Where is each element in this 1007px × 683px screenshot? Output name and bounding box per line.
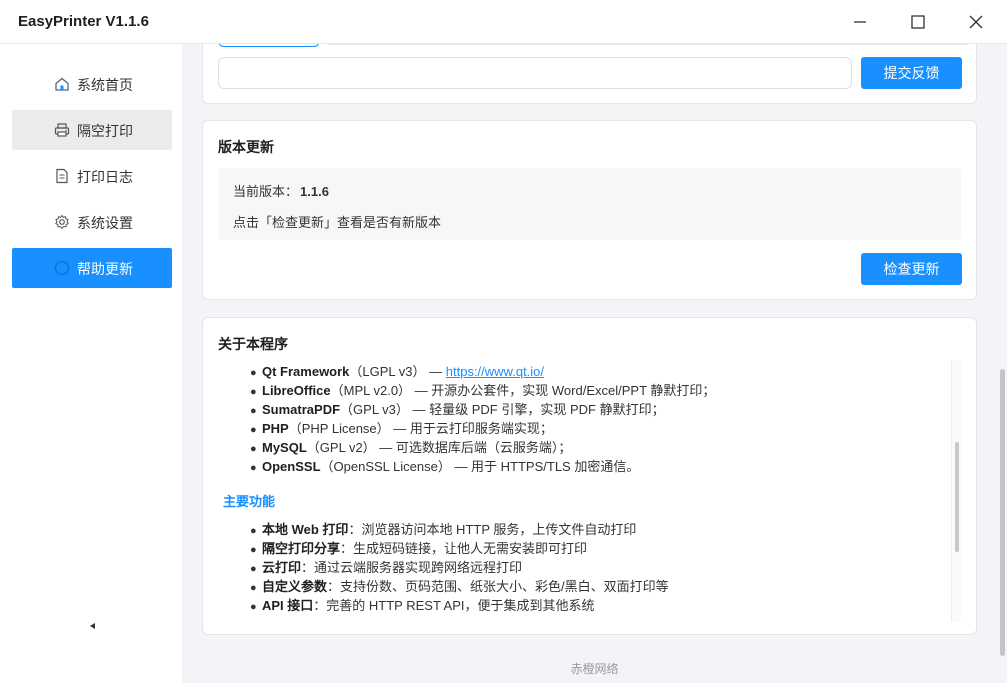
features-heading: 主要功能 <box>223 494 276 509</box>
library-desc: — 用于 HTTPS/TLS 加密通信。 <box>450 459 640 474</box>
maximize-icon <box>911 15 925 29</box>
list-item: ● PHP（PHP License） — 用于云打印服务端实现； <box>250 419 715 438</box>
feedback-tab-divider <box>328 44 968 45</box>
feature-desc: ：支持份数、页码范围、纸张大小、彩色/黑白、双面打印等 <box>327 579 669 594</box>
library-desc: — 用于云打印服务端实现； <box>389 421 553 436</box>
current-version-label: 当前版本： <box>233 184 299 199</box>
close-button[interactable] <box>948 0 1004 44</box>
library-license: （GPL v2） <box>306 440 376 455</box>
sidebar-item-label: 帮助更新 <box>77 261 133 277</box>
feature-name: 自定义参数 <box>262 579 328 594</box>
check-update-button[interactable]: 检查更新 <box>861 253 962 285</box>
feature-list: ● 本地 Web 打印：浏览器访问本地 HTTP 服务，上传文件自动打印 ● 隔空打… <box>250 520 669 615</box>
feature-desc: ：生成短码链接，让他人无需安装即可打印 <box>340 541 588 556</box>
sidebar-item-label: 系统首页 <box>77 77 133 93</box>
feature-desc: ：完善的 HTTP REST API，便于集成到其他系统 <box>313 598 595 613</box>
library-name: OpenSSL <box>262 459 321 474</box>
home-icon <box>55 77 69 91</box>
current-version: 当前版本： 1.1.6 <box>233 181 329 200</box>
feedback-type-tab[interactable] <box>218 44 320 47</box>
library-list: ● Qt Framework（LGPL v3） — https://www.qt.… <box>250 362 715 476</box>
about-card-title: 关于本程序 <box>218 336 288 352</box>
sidebar-item-airprint[interactable]: 隔空打印 <box>12 110 172 150</box>
list-item: ● MySQL（GPL v2） — 可选数据库后端（云服务端）； <box>250 438 715 457</box>
library-desc: — <box>425 364 446 379</box>
feature-name: 隔空打印分享 <box>262 541 341 556</box>
gear-icon <box>55 214 69 230</box>
feature-desc: ：浏览器访问本地 HTTP 服务，上传文件自动打印 <box>348 522 637 537</box>
feedback-input[interactable] <box>218 57 852 89</box>
document-icon <box>56 168 68 184</box>
list-item: ● Qt Framework（LGPL v3） — https://www.qt.… <box>250 362 715 381</box>
version-info-box: 当前版本： 1.1.6 点击「检查更新」查看是否有新版本 <box>218 168 961 240</box>
page-scrollbar[interactable] <box>997 44 1007 656</box>
sidebar-item-home[interactable]: 系统首页 <box>12 64 172 104</box>
footer: 赤橙网络 <box>570 662 619 676</box>
version-card-title: 版本更新 <box>218 139 274 155</box>
page-scrollbar-thumb[interactable] <box>1000 369 1005 656</box>
app-title: EasyPrinter V1.1.6 <box>18 13 149 30</box>
feedback-card: 提交反馈 <box>202 44 977 104</box>
list-item: ● 云打印：通过云端服务器实现跨网络远程打印 <box>250 558 669 577</box>
bullet: ● <box>250 601 257 613</box>
library-name: Qt Framework <box>262 364 350 379</box>
submit-feedback-button[interactable]: 提交反馈 <box>861 57 962 89</box>
minimize-button[interactable] <box>832 0 888 44</box>
bullet: ● <box>250 462 257 474</box>
about-scrollbar-thumb[interactable] <box>955 442 959 552</box>
library-name: SumatraPDF <box>262 402 341 417</box>
feature-name: API 接口 <box>262 598 314 613</box>
library-desc: — 轻量级 PDF 引擎，实现 PDF 静默打印； <box>408 402 665 417</box>
library-license: （OpenSSL License） <box>320 459 451 474</box>
qt-link[interactable]: https://www.qt.io/ <box>446 364 544 379</box>
list-item: ● LibreOffice（MPL v2.0） — 开源办公套件，实现 Word/… <box>250 381 715 400</box>
sidebar-item-print-log[interactable]: 打印日志 <box>12 156 172 196</box>
list-item: ● 隔空打印分享：生成短码链接，让他人无需安装即可打印 <box>250 539 669 558</box>
current-version-value: 1.1.6 <box>300 184 329 199</box>
library-desc: — 开源办公套件，实现 Word/Excel/PPT 静默打印； <box>411 383 716 398</box>
about-card: 关于本程序 ● Qt Framework（LGPL v3） — https://w… <box>202 317 977 635</box>
feature-name: 本地 Web 打印 <box>262 522 349 537</box>
sidebar-item-label: 系统设置 <box>77 215 133 231</box>
library-license: （LGPL v3） <box>349 364 426 379</box>
collapse-arrow-icon[interactable] <box>89 622 97 630</box>
about-scroll-area[interactable]: ● Qt Framework（LGPL v3） — https://www.qt.… <box>218 358 963 626</box>
feature-name: 云打印 <box>262 560 302 575</box>
sidebar-item-label: 打印日志 <box>77 169 133 185</box>
maximize-button[interactable] <box>890 0 946 44</box>
sidebar: 系统首页 隔空打印 打印日志 系统设置 帮助更新 <box>0 44 182 683</box>
list-item: ● 自定义参数：支持份数、页码范围、纸张大小、彩色/黑白、双面打印等 <box>250 577 669 596</box>
help-circle-icon <box>54 260 70 276</box>
library-desc: — 可选数据库后端（云服务端）； <box>375 440 572 455</box>
library-license: （PHP License） <box>288 421 390 436</box>
library-name: LibreOffice <box>262 383 331 398</box>
title-bar: EasyPrinter V1.1.6 <box>0 0 1007 44</box>
minimize-icon <box>854 21 866 23</box>
list-item: ● SumatraPDF（GPL v3） — 轻量级 PDF 引擎，实现 PDF … <box>250 400 715 419</box>
library-license: （GPL v3） <box>340 402 409 417</box>
sidebar-item-label: 隔空打印 <box>77 123 133 139</box>
library-license: （MPL v2.0） <box>330 383 412 398</box>
update-hint: 点击「检查更新」查看是否有新版本 <box>233 215 442 230</box>
about-scrollbar[interactable] <box>951 360 961 622</box>
list-item: ● OpenSSL（OpenSSL License） — 用于 HTTPS/TLS… <box>250 457 715 476</box>
sidebar-item-help-update[interactable]: 帮助更新 <box>12 248 172 288</box>
library-name: PHP <box>262 421 289 436</box>
version-update-card: 版本更新 当前版本： 1.1.6 点击「检查更新」查看是否有新版本 检查更新 <box>202 120 977 300</box>
sidebar-item-settings[interactable]: 系统设置 <box>12 202 172 242</box>
list-item: ● 本地 Web 打印：浏览器访问本地 HTTP 服务，上传文件自动打印 <box>250 520 669 539</box>
close-icon <box>969 15 983 29</box>
printer-icon <box>54 123 70 137</box>
feature-desc: ：通过云端服务器实现跨网络远程打印 <box>301 560 523 575</box>
main-content: 提交反馈 版本更新 当前版本： 1.1.6 点击「检查更新」查看是否有新版本 检查… <box>182 44 1007 656</box>
library-name: MySQL <box>262 440 307 455</box>
list-item: ● API 接口：完善的 HTTP REST API，便于集成到其他系统 <box>250 596 669 615</box>
